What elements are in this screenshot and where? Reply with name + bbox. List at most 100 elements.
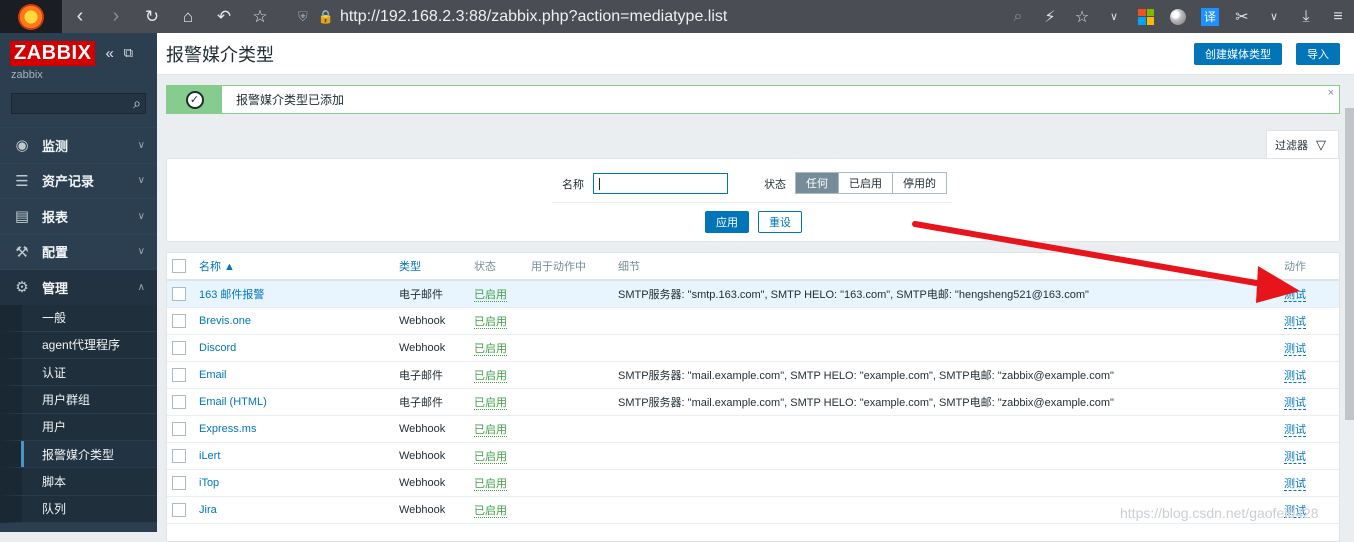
status-toggle[interactable]: 已启用 xyxy=(474,477,507,491)
download-icon[interactable]: ⤓ xyxy=(1290,8,1322,26)
chevron-down-icon[interactable]: ∨ xyxy=(1098,10,1130,23)
sidebar-item-configuration[interactable]: ⚒ 配置 ∨ xyxy=(0,233,157,270)
used-in-actions xyxy=(531,442,618,470)
submenu-item-authentication[interactable]: 认证 xyxy=(0,359,157,387)
scissors-icon[interactable]: ✂ xyxy=(1226,7,1258,27)
reset-button[interactable]: 重设 xyxy=(758,211,802,233)
submenu-item-user-groups[interactable]: 用户群组 xyxy=(0,386,157,414)
status-toggle[interactable]: 已启用 xyxy=(474,423,507,437)
row-checkbox[interactable] xyxy=(172,421,186,436)
filter-tab[interactable]: 过滤器 ▽ xyxy=(1266,130,1339,158)
translate-icon[interactable]: 译 xyxy=(1194,7,1226,26)
row-checkbox[interactable] xyxy=(172,475,186,490)
message-text: 报警媒介类型已添加 xyxy=(236,93,345,107)
media-type-name-link[interactable]: Express.ms xyxy=(199,423,256,435)
submenu-item-general[interactable]: 一般 xyxy=(0,304,157,332)
bookmark-star-icon[interactable]: ☆ xyxy=(242,0,278,33)
lightning-icon[interactable]: ⚡ xyxy=(1034,7,1066,27)
media-type-name-link[interactable]: iTop xyxy=(199,477,219,489)
sidebar-item-reports[interactable]: ▤ 报表 ∨ xyxy=(0,198,157,234)
search-icon[interactable]: ⌕ xyxy=(133,95,141,112)
close-icon[interactable]: × xyxy=(1328,87,1334,99)
test-link[interactable]: 测试 xyxy=(1284,288,1306,302)
row-checkbox[interactable] xyxy=(172,502,186,517)
import-button[interactable]: 导入 xyxy=(1296,43,1340,65)
row-checkbox[interactable] xyxy=(172,367,186,382)
submenu-item-media-types[interactable]: 报警媒介类型 xyxy=(0,440,157,469)
row-checkbox[interactable] xyxy=(172,286,186,301)
column-header-type[interactable]: 类型 xyxy=(399,253,474,281)
test-link[interactable]: 测试 xyxy=(1284,315,1306,329)
row-checkbox[interactable] xyxy=(172,394,186,409)
media-type-name-link[interactable]: Email (HTML) xyxy=(199,396,267,408)
used-in-actions xyxy=(531,496,618,524)
submenu-item-scripts[interactable]: 脚本 xyxy=(0,468,157,496)
status-option-enabled[interactable]: 已启用 xyxy=(839,173,893,193)
sidebar-item-label: 资产记录 xyxy=(42,174,95,190)
sidebar-item-monitoring[interactable]: ◉ 监测 ∨ xyxy=(0,127,157,163)
test-link[interactable]: 测试 xyxy=(1284,477,1306,491)
create-media-type-button[interactable]: 创建媒体类型 xyxy=(1194,43,1282,65)
sidebar-item-label: 报表 xyxy=(42,209,69,225)
forward-icon[interactable]: › xyxy=(98,0,134,33)
status-toggle[interactable]: 已启用 xyxy=(474,369,507,383)
collapse-sidebar-icon[interactable]: « xyxy=(105,45,113,62)
submenu-item-queue[interactable]: 队列 xyxy=(0,495,157,523)
media-type-name-link[interactable]: Email xyxy=(199,369,227,381)
row-checkbox[interactable] xyxy=(172,313,186,328)
status-toggle[interactable]: 已启用 xyxy=(474,504,507,518)
media-type-name-link[interactable]: Jira xyxy=(199,504,217,516)
media-type-type: Webhook xyxy=(399,334,474,362)
zabbix-logo[interactable]: ZABBIX xyxy=(10,40,96,66)
test-link[interactable]: 测试 xyxy=(1284,369,1306,383)
success-message: ✓ 报警媒介类型已添加 × xyxy=(166,85,1340,114)
chevron-down-icon[interactable]: ∨ xyxy=(1258,10,1290,23)
test-link[interactable]: 测试 xyxy=(1284,450,1306,464)
column-header-name[interactable]: 名称 ▲ xyxy=(199,253,399,281)
status-toggle[interactable]: 已启用 xyxy=(474,450,507,464)
address-bar[interactable]: ⛨ 🔒 http://192.168.2.3:88/zabbix.php?act… xyxy=(298,0,1002,33)
media-type-name-link[interactable]: 163 邮件报警 xyxy=(199,289,264,301)
search-icon[interactable]: ⌕ xyxy=(1002,8,1034,26)
media-type-name-link[interactable]: Discord xyxy=(199,342,236,354)
apply-button[interactable]: 应用 xyxy=(705,211,749,233)
filter-status-label: 状态 xyxy=(764,179,786,191)
status-option-any[interactable]: 任何 xyxy=(796,173,839,193)
status-toggle[interactable]: 已启用 xyxy=(474,288,507,302)
media-type-name-link[interactable]: Brevis.one xyxy=(199,315,251,327)
chevron-up-icon: ∧ xyxy=(137,281,145,293)
status-toggle[interactable]: 已启用 xyxy=(474,396,507,410)
test-link[interactable]: 测试 xyxy=(1284,396,1306,410)
media-type-details xyxy=(618,307,1284,335)
sidebar-item-administration[interactable]: ⚙ 管理 ∧ xyxy=(0,269,157,305)
menu-icon[interactable]: ≡ xyxy=(1322,8,1354,26)
reload-icon[interactable]: ↻ xyxy=(134,0,170,33)
back-icon[interactable]: ‹ xyxy=(62,0,98,33)
status-toggle[interactable]: 已启用 xyxy=(474,342,507,356)
submenu-item-users[interactable]: 用户 xyxy=(0,413,157,441)
test-link[interactable]: 测试 xyxy=(1284,423,1306,437)
row-checkbox[interactable] xyxy=(172,448,186,463)
status-option-disabled[interactable]: 停用的 xyxy=(893,173,946,193)
globe-icon[interactable] xyxy=(1162,8,1194,25)
chevron-down-icon: ∨ xyxy=(137,175,145,187)
sidebar-search-input[interactable]: ⌕ xyxy=(11,93,146,114)
row-checkbox[interactable] xyxy=(172,340,186,355)
sidebar: ZABBIX « ⧉ zabbix ⌕ ◉ 监测 ∨ ☰ 资产记录 ∨ ▤ 报表… xyxy=(0,33,157,532)
sidebar-item-inventory[interactable]: ☰ 资产记录 ∨ xyxy=(0,162,157,199)
media-type-name-link[interactable]: iLert xyxy=(199,450,220,462)
home-icon[interactable]: ⌂ xyxy=(170,0,206,33)
submenu-item-proxies[interactable]: agent代理程序 xyxy=(0,331,157,360)
status-toggle[interactable]: 已启用 xyxy=(474,315,507,329)
chevron-down-icon: ∨ xyxy=(137,210,145,222)
apps-icon[interactable] xyxy=(1130,8,1162,25)
filter-name-input[interactable] xyxy=(593,173,728,194)
star-icon[interactable]: ☆ xyxy=(1066,7,1098,27)
used-in-actions xyxy=(531,415,618,443)
test-link[interactable]: 测试 xyxy=(1284,342,1306,356)
page-scrollbar[interactable] xyxy=(1344,108,1354,420)
kiosk-mode-icon[interactable]: ⧉ xyxy=(124,45,133,61)
table-row: Email 电子邮件 已启用 SMTP服务器: "mail.example.co… xyxy=(167,361,1339,389)
select-all-checkbox[interactable] xyxy=(172,259,186,273)
undo-icon[interactable]: ↶ xyxy=(206,0,242,33)
